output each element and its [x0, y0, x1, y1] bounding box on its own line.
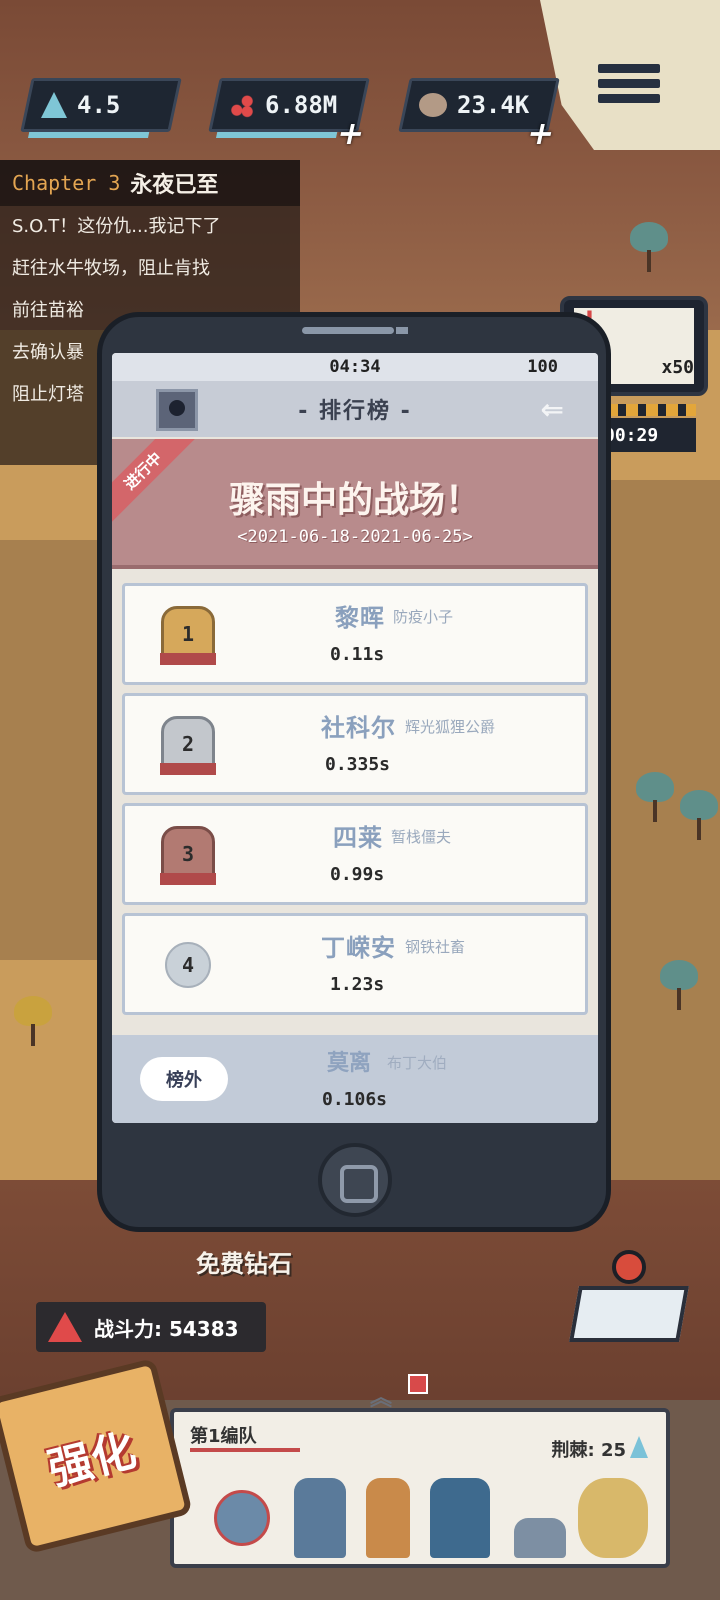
- player-title: 钢铁社畜: [405, 938, 466, 956]
- tree: [636, 772, 674, 822]
- ranking-row[interactable]: 2 社科尔 辉光狐狸公爵 0.335s: [122, 693, 588, 795]
- leaderboard-phone: 04:34 100 - 排行榜 - ⇐ 进行中 骤雨中的战场！ <2021-06…: [97, 312, 611, 1232]
- map-pin-icon: [612, 1250, 646, 1284]
- avatar[interactable]: [156, 389, 198, 431]
- ranking-row[interactable]: 4 丁嵘安 钢铁社畜 1.23s: [122, 913, 588, 1015]
- hero-slot[interactable]: [430, 1478, 490, 1558]
- menu-button[interactable]: [598, 58, 660, 128]
- ore-icon: [419, 93, 447, 117]
- hero-slot[interactable]: [294, 1478, 346, 1558]
- ranking-row[interactable]: 1 黎晖 防疫小子 0.11s: [122, 583, 588, 685]
- combat-power-badge[interactable]: 战斗力: 54383: [36, 1302, 266, 1352]
- back-arrow-icon[interactable]: ⇐: [541, 393, 564, 426]
- player-time: 0.11s: [330, 644, 385, 665]
- hero-slot[interactable]: [214, 1490, 270, 1546]
- phone-screen: 04:34 100 - 排行榜 - ⇐ 进行中 骤雨中的战场！ <2021-06…: [112, 353, 598, 1123]
- tree: [14, 996, 52, 1046]
- player-name: 四莱: [333, 824, 383, 852]
- leaderboard-titlebar: - 排行榜 - ⇐: [112, 381, 598, 437]
- player-name: 社科尔: [321, 714, 396, 742]
- player-title: 辉光狐狸公爵: [405, 718, 496, 736]
- crystal-counter[interactable]: 4.5: [20, 78, 182, 138]
- team-capacity: 荆棘: 25: [551, 1440, 626, 1461]
- event-dates: <2021-06-18-2021-06-25>: [237, 527, 473, 547]
- ore-counter[interactable]: 23.4K +: [398, 78, 560, 152]
- team-name-underline: [190, 1448, 300, 1452]
- my-name: 莫离: [327, 1051, 372, 1076]
- team-panel[interactable]: 第1编队 荆棘: 25: [170, 1408, 670, 1568]
- hero-slot[interactable]: [578, 1478, 648, 1558]
- dirt-patch: [600, 480, 720, 1180]
- ranking-row[interactable]: 3 四莱 暂栈僵夫 0.99s: [122, 803, 588, 905]
- gem-counter[interactable]: 6.88M +: [208, 78, 370, 152]
- player-title: 暂栈僵夫: [391, 828, 452, 846]
- crystal-icon: [41, 92, 67, 118]
- gem-bar: [215, 132, 338, 138]
- quest-item[interactable]: S.O.T！这份仇...我记下了: [0, 206, 300, 248]
- phone-speaker: [302, 327, 394, 334]
- quest-item[interactable]: 赶往水牛牧场，阻止肯找: [0, 248, 300, 290]
- chapter-number: Chapter 3: [12, 171, 121, 195]
- phone-home-button[interactable]: [318, 1143, 392, 1217]
- warning-icon: [48, 1312, 82, 1342]
- page-title: - 排行榜 -: [298, 399, 412, 424]
- rank-badge: 4: [165, 942, 211, 988]
- timer-value: 00:29: [604, 424, 659, 446]
- player-title: 防疫小子: [393, 608, 454, 626]
- chapter-header: Chapter 3 永夜已至: [0, 160, 300, 206]
- unranked-badge: 榜外: [140, 1057, 228, 1101]
- tree: [680, 790, 718, 840]
- silver-medal-icon: 2: [160, 716, 216, 775]
- crystal-value: 4.5: [77, 91, 121, 119]
- reward-multiplier: x50: [661, 357, 694, 378]
- gold-medal-icon: 1: [160, 606, 216, 665]
- ranking-list: 1 黎晖 防疫小子 0.11s 2 社科尔 辉光狐狸公爵 0.335s 3 四莱…: [112, 583, 598, 1023]
- menu-bar: [598, 64, 660, 73]
- chapter-name: 永夜已至: [130, 173, 219, 198]
- upgrade-label: 强化: [43, 1424, 141, 1496]
- hero-slot[interactable]: [514, 1518, 566, 1558]
- hero-slot[interactable]: [366, 1478, 410, 1558]
- phone-camera: [396, 327, 408, 334]
- crystal-icon: [630, 1436, 648, 1458]
- my-time: 0.106s: [322, 1089, 388, 1110]
- gem-value: 6.88M: [265, 91, 338, 119]
- player-name: 黎晖: [335, 604, 385, 632]
- bronze-medal-icon: 3: [160, 826, 216, 885]
- team-name: 第1编队: [190, 1426, 257, 1447]
- combat-power-value: 战斗力: 54383: [94, 1316, 239, 1341]
- event-banner: 进行中 骤雨中的战场！ <2021-06-18-2021-06-25>: [112, 439, 598, 569]
- status-time: 04:34: [329, 357, 381, 377]
- player-name: 丁嵘安: [321, 934, 396, 962]
- add-ore-button[interactable]: +: [524, 114, 559, 152]
- menu-bar: [598, 79, 660, 88]
- tree: [630, 222, 668, 272]
- ore-value: 23.4K: [457, 91, 530, 119]
- event-name: 骤雨中的战场！: [228, 480, 481, 521]
- dirt-patch: [0, 540, 110, 960]
- gem-cluster-icon: [229, 92, 255, 118]
- my-ranking-row[interactable]: 榜外 莫离 布丁大伯 0.106s: [112, 1035, 598, 1123]
- player-time: 0.99s: [330, 864, 385, 885]
- free-diamond-label[interactable]: 免费钻石: [196, 1244, 292, 1279]
- map-icon: [569, 1286, 689, 1342]
- status-bar: 04:34 100: [112, 353, 598, 381]
- notification-icon: [408, 1374, 428, 1394]
- add-gem-button[interactable]: +: [334, 114, 369, 152]
- my-title: 布丁大伯: [387, 1054, 448, 1072]
- crystal-bar: [27, 132, 150, 138]
- player-time: 1.23s: [330, 974, 385, 995]
- tree: [660, 960, 698, 1010]
- player-time: 0.335s: [325, 754, 391, 775]
- menu-bar: [598, 94, 660, 103]
- world-map-button[interactable]: [569, 1250, 689, 1346]
